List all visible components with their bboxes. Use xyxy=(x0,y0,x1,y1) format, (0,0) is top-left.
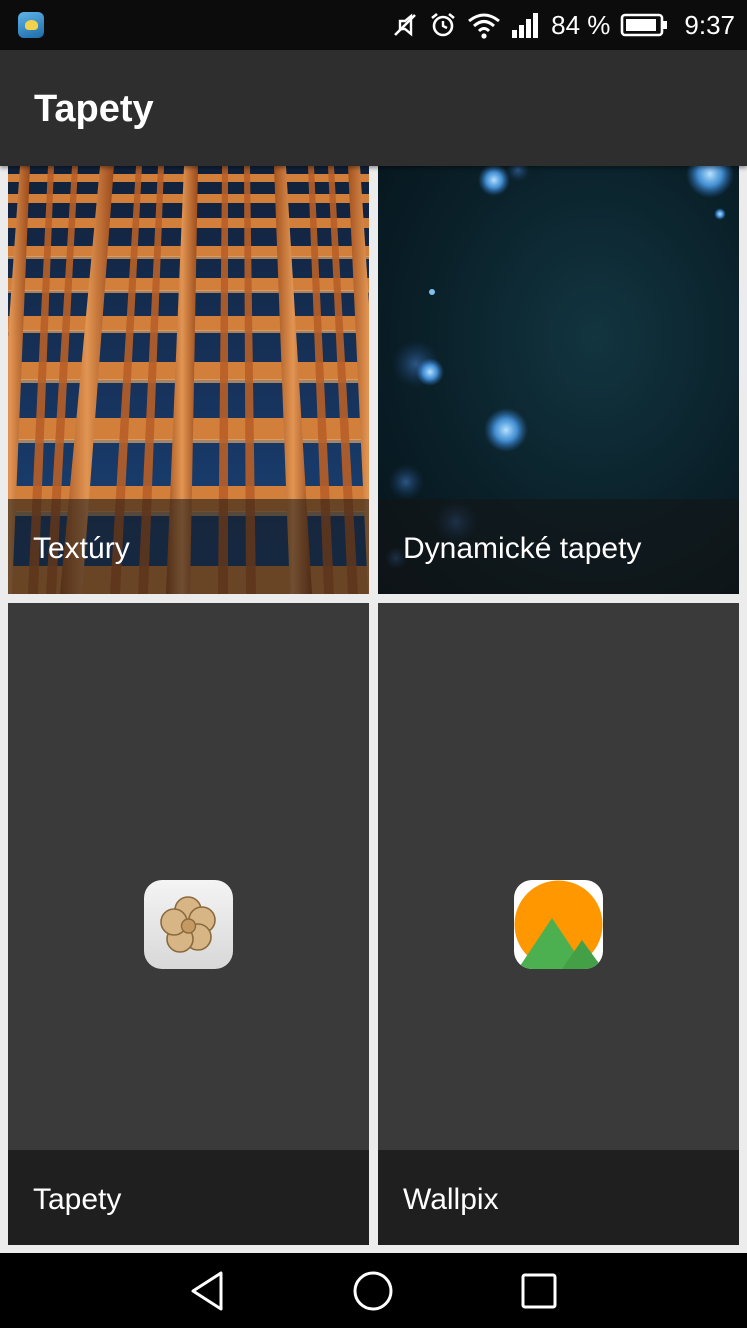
tile-label: Tapety xyxy=(33,1183,122,1216)
page-title: Tapety xyxy=(34,88,154,130)
navigation-bar xyxy=(0,1253,747,1328)
tile-label: Textúry xyxy=(33,532,130,565)
tile-tapety[interactable]: Tapety xyxy=(8,603,369,1245)
tile-label: Wallpix xyxy=(403,1183,499,1216)
tile-wallpix[interactable]: Wallpix xyxy=(378,603,739,1245)
huawei-themes-icon xyxy=(144,880,233,969)
tile-textury[interactable]: Textúry xyxy=(8,166,369,594)
app-bar: Tapety xyxy=(0,50,747,166)
clock: 9:37 xyxy=(684,9,735,40)
tile-dynamicke-tapety[interactable]: Dynamické tapety xyxy=(378,166,739,594)
battery-icon xyxy=(621,13,668,37)
back-icon[interactable] xyxy=(185,1267,233,1315)
battery-percent: 84 % xyxy=(551,9,611,40)
mute-icon xyxy=(394,13,417,37)
weather-app-icon xyxy=(18,12,44,38)
wifi-icon xyxy=(468,13,501,39)
status-bar: 84 % 9:37 xyxy=(0,0,747,50)
recents-icon[interactable] xyxy=(515,1267,563,1315)
wallpix-icon xyxy=(514,880,603,969)
signal-icon xyxy=(512,13,539,38)
alarm-icon xyxy=(431,12,455,37)
tile-label: Dynamické tapety xyxy=(403,532,642,565)
home-icon[interactable] xyxy=(349,1267,397,1315)
